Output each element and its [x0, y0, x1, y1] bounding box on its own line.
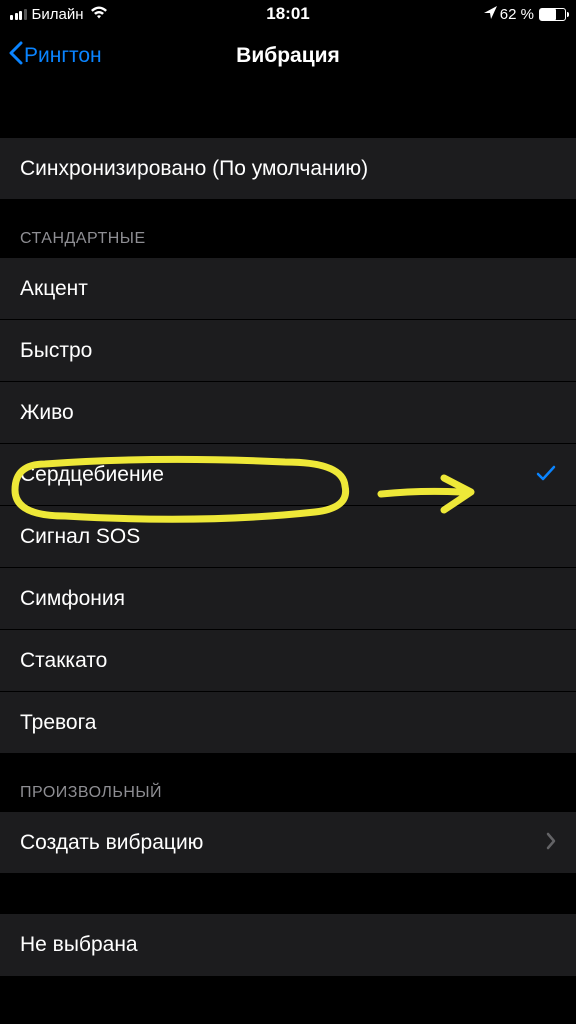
option-label: Сердцебиение	[20, 463, 164, 487]
status-bar: Билайн 18:01 62 %	[0, 0, 576, 28]
chevron-left-icon	[8, 39, 24, 73]
carrier-label: Билайн	[32, 6, 84, 23]
back-button[interactable]: Рингтон	[8, 39, 102, 73]
status-right: 62 %	[484, 6, 566, 23]
option-label: Живо	[20, 401, 74, 425]
vibration-option-lively[interactable]: Живо	[0, 382, 576, 444]
page-title: Вибрация	[236, 44, 340, 68]
none-label: Не выбрана	[20, 933, 138, 957]
vibration-option-quick[interactable]: Быстро	[0, 320, 576, 382]
sync-cell[interactable]: Синхронизировано (По умолчанию)	[0, 138, 576, 200]
option-label: Быстро	[20, 339, 92, 363]
vibration-option-sos[interactable]: Сигнал SOS	[0, 506, 576, 568]
vibration-option-alarm[interactable]: Тревога	[0, 692, 576, 754]
option-label: Сигнал SOS	[20, 525, 140, 549]
option-label: Симфония	[20, 587, 125, 611]
location-icon	[484, 6, 497, 22]
create-label: Создать вибрацию	[20, 831, 203, 855]
section-header-custom: Произвольный	[0, 754, 576, 812]
option-label: Тревога	[20, 711, 96, 735]
wifi-icon	[90, 6, 108, 23]
battery-icon	[539, 8, 566, 21]
spacer	[0, 84, 576, 138]
status-left: Билайн	[10, 6, 108, 23]
vibration-option-symphony[interactable]: Симфония	[0, 568, 576, 630]
section-header-standard: Стандартные	[0, 200, 576, 258]
back-label: Рингтон	[24, 44, 102, 68]
create-vibration-cell[interactable]: Создать вибрацию	[0, 812, 576, 874]
clock-time: 18:01	[266, 4, 309, 24]
cell-signal-icon	[10, 9, 27, 20]
chevron-right-icon	[546, 829, 556, 857]
option-label: Стаккато	[20, 649, 107, 673]
vibration-option-accent[interactable]: Акцент	[0, 258, 576, 320]
none-cell[interactable]: Не выбрана	[0, 914, 576, 976]
vibration-option-heartbeat[interactable]: Сердцебиение	[0, 444, 576, 506]
spacer	[0, 874, 576, 914]
battery-percent: 62 %	[500, 6, 534, 23]
option-label: Акцент	[20, 277, 88, 301]
checkmark-icon	[536, 461, 556, 489]
sync-label: Синхронизировано (По умолчанию)	[20, 157, 368, 181]
nav-bar: Рингтон Вибрация	[0, 28, 576, 84]
vibration-option-staccato[interactable]: Стаккато	[0, 630, 576, 692]
